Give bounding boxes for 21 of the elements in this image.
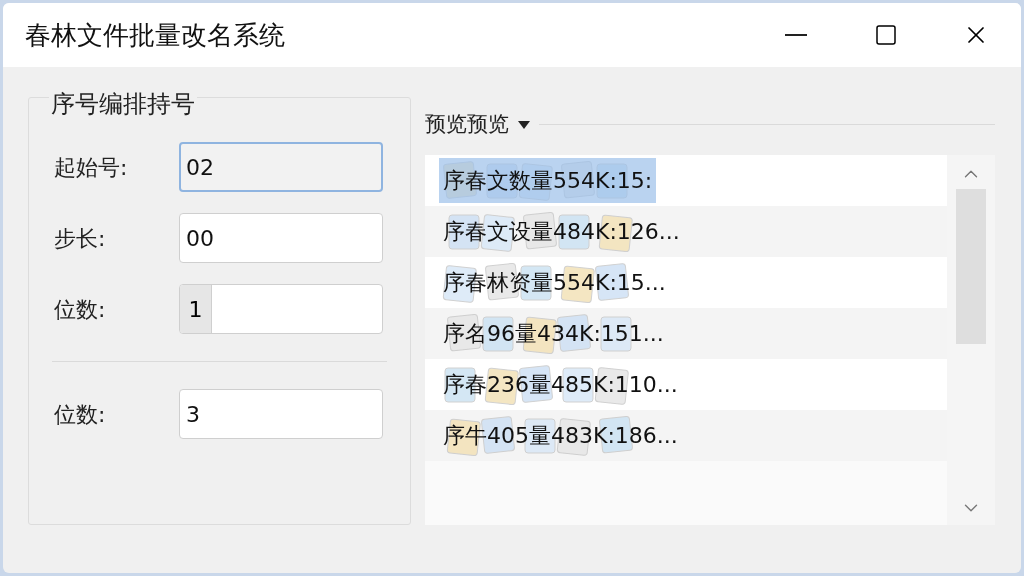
list-item[interactable]: 序春文数量554K:15: — [425, 154, 947, 206]
spinner-value: 1 — [180, 285, 212, 333]
field-label: 起始号: — [54, 153, 129, 182]
caret-icon — [517, 119, 531, 130]
maximize-icon — [874, 23, 898, 47]
preview-dropdown[interactable]: 预览预览 — [425, 109, 531, 141]
input-field[interactable]: 00 — [179, 213, 383, 263]
scrollbar[interactable] — [947, 154, 995, 525]
list-item[interactable]: 序牛405量483K:186... — [425, 409, 947, 461]
minimize-icon — [785, 34, 807, 36]
list-item[interactable]: 序春文设量484K:126... — [425, 205, 947, 257]
field-label: 步长: — [54, 224, 107, 253]
list-item[interactable]: 序名96量434K:151... — [425, 307, 947, 359]
list-item[interactable]: 序春林资量554K:15... — [425, 256, 947, 308]
list-item[interactable]: 序春236量485K:110... — [425, 358, 947, 410]
input-field[interactable]: 02 — [179, 142, 383, 192]
spinner-field[interactable]: 1 — [179, 284, 383, 334]
window-title: 春林文件批量改名系统 — [25, 18, 286, 52]
field-label: 位数: — [54, 400, 107, 429]
field-label: 位数: — [54, 295, 107, 324]
input-field[interactable]: 3 — [179, 389, 383, 439]
